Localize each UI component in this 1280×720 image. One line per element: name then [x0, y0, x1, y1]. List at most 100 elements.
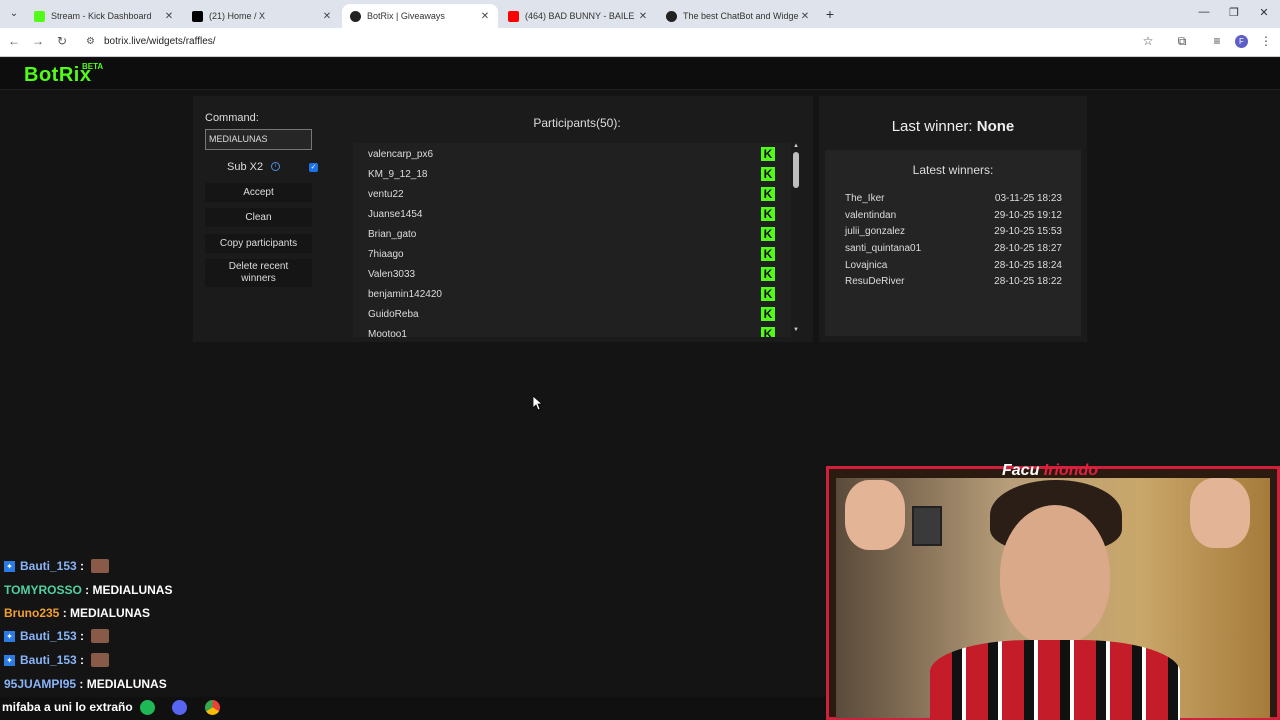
- kick-icon: K: [761, 187, 775, 201]
- botrix-favicon-icon: [666, 10, 677, 22]
- close-window-icon[interactable]: ✕: [1256, 6, 1272, 19]
- chat-username: Bauti_153: [20, 653, 77, 667]
- new-tab-icon[interactable]: +: [822, 6, 838, 22]
- url-field[interactable]: botrix.live/widgets/raffles/: [104, 36, 216, 47]
- participant-name: ventu22: [368, 189, 404, 200]
- forward-icon[interactable]: →: [30, 34, 46, 48]
- chrome-icon[interactable]: [205, 700, 220, 715]
- kick-icon: K: [761, 247, 775, 261]
- profile-avatar[interactable]: F: [1235, 35, 1248, 48]
- participant-name: valencarp_px6: [368, 149, 434, 160]
- copy-participants-button[interactable]: Copy participants: [205, 234, 312, 253]
- sub-badge-icon: ✦: [4, 654, 15, 666]
- list-item[interactable]: ventu22 K: [353, 185, 791, 205]
- list-item[interactable]: Valen3033 K: [353, 265, 791, 285]
- participant-name: 7hiaago: [368, 249, 404, 260]
- list-item[interactable]: KM_9_12_18 K: [353, 165, 791, 185]
- winner-name: Lovajnica: [845, 260, 888, 271]
- more-menu-icon[interactable]: ⋮: [1258, 34, 1274, 48]
- list-item[interactable]: GuidoReba K: [353, 305, 791, 325]
- emote-icon: [91, 653, 110, 667]
- list-item[interactable]: Juanse1454 K: [353, 205, 791, 225]
- tab-kick-dashboard[interactable]: Stream - Kick Dashboard ✕: [26, 4, 182, 28]
- back-icon[interactable]: ←: [6, 34, 22, 48]
- address-bar: ← → ↻ ⚙ botrix.live/widgets/raffles/ ☆ ⧉…: [0, 28, 1280, 57]
- winner-name: ResuDeRiver: [845, 276, 905, 287]
- scrollbar-thumb[interactable]: [793, 152, 799, 188]
- tab-close-icon[interactable]: ✕: [636, 11, 650, 22]
- botrix-favicon-icon: [350, 10, 361, 22]
- tab-close-icon[interactable]: ✕: [162, 11, 176, 22]
- site-info-icon[interactable]: ⚙: [86, 36, 95, 47]
- tab-close-icon[interactable]: ✕: [798, 11, 812, 22]
- participant-name: benjamin142420: [368, 289, 442, 300]
- clean-button[interactable]: Clean: [205, 208, 312, 227]
- last-winner-label: Last winner:: [891, 118, 973, 135]
- winner-date: 28-10-25 18:24: [994, 260, 1062, 271]
- restore-icon[interactable]: ❐: [1226, 6, 1242, 19]
- spotify-icon[interactable]: [140, 700, 155, 715]
- emote-icon: [91, 629, 110, 643]
- discord-icon[interactable]: [172, 700, 187, 715]
- kick-icon: K: [761, 267, 775, 281]
- winner-row: The_Iker 03-11-25 18:23: [845, 193, 1062, 209]
- chat-message: Bruno235 : MEDIALUNAS: [4, 603, 150, 623]
- chat-separator: :: [76, 677, 87, 691]
- bookmark-star-icon[interactable]: ☆: [1140, 34, 1156, 48]
- list-item[interactable]: valencarp_px6 K: [353, 145, 791, 165]
- reload-icon[interactable]: ↻: [54, 34, 70, 48]
- chat-text: MEDIALUNAS: [92, 583, 173, 597]
- tab-botrix-giveaways[interactable]: BotRix | Giveaways ✕: [342, 4, 498, 28]
- chat-separator: :: [59, 606, 71, 620]
- scroll-down-icon[interactable]: ▼: [791, 327, 801, 333]
- tab-botrix-home[interactable]: The best ChatBot and Widgets ✕: [658, 4, 818, 28]
- tab-search-dropdown-icon[interactable]: ⌄: [6, 6, 22, 22]
- chat-separator: :: [76, 629, 88, 643]
- chat-username: Bauti_153: [20, 559, 77, 573]
- tab-x-home[interactable]: (21) Home / X ✕: [184, 4, 340, 28]
- list-item[interactable]: benjamin142420 K: [353, 285, 791, 305]
- x-favicon-icon: [192, 10, 203, 22]
- webcam-hand-right: [1190, 478, 1250, 548]
- streamer-last-name: Iriondo: [1043, 462, 1099, 479]
- chat-separator: :: [76, 653, 88, 667]
- tab-close-icon[interactable]: ✕: [478, 11, 492, 22]
- kick-favicon-icon: [34, 10, 45, 22]
- command-input[interactable]: MEDIALUNAS: [205, 129, 312, 150]
- tab-close-icon[interactable]: ✕: [320, 11, 334, 22]
- media-controls-icon[interactable]: ≡: [1209, 34, 1225, 48]
- winner-row: valentindan 29-10-25 19:12: [845, 210, 1062, 226]
- list-item[interactable]: Brian_gato K: [353, 225, 791, 245]
- webcam-hand-left: [845, 480, 905, 550]
- sub-badge-icon: ✦: [4, 560, 15, 572]
- tab-title: The best ChatBot and Widgets: [683, 11, 798, 21]
- minimize-icon[interactable]: —: [1196, 6, 1212, 18]
- browser-tab-bar: ⌄ Stream - Kick Dashboard ✕ (21) Home / …: [0, 0, 1280, 28]
- chat-separator: :: [76, 559, 88, 573]
- list-item[interactable]: 7hiaago K: [353, 245, 791, 265]
- scroll-up-icon[interactable]: ▲: [791, 143, 801, 149]
- kick-icon: K: [761, 307, 775, 321]
- participants-list[interactable]: valencarp_px6 K KM_9_12_18 K ventu22 K Juan…: [353, 143, 791, 337]
- extensions-icon[interactable]: ⧉: [1174, 34, 1190, 49]
- latest-winners-title: Latest winners:: [912, 163, 994, 177]
- list-item[interactable]: Mootoo1 K: [353, 325, 791, 337]
- kick-icon: K: [761, 207, 775, 221]
- chat-message: 95JUAMPI95 : MEDIALUNAS: [4, 674, 167, 694]
- kick-icon: K: [761, 227, 775, 241]
- participant-name: Mootoo1: [368, 329, 407, 337]
- kick-icon: K: [761, 327, 775, 337]
- winner-date: 03-11-25 18:23: [994, 193, 1062, 204]
- tab-youtube[interactable]: (464) BAD BUNNY - BAILE INoL ✕: [500, 4, 656, 28]
- command-label: Command:: [205, 112, 259, 124]
- sub-x2-checkbox[interactable]: ✓: [309, 163, 318, 172]
- winner-date: 29-10-25 15:53: [994, 226, 1062, 237]
- kick-icon: K: [761, 147, 775, 161]
- chat-username: Bruno235: [4, 606, 60, 620]
- info-icon[interactable]: i: [271, 162, 280, 171]
- accept-button[interactable]: Accept: [205, 183, 312, 202]
- last-winner-value: None: [976, 118, 1015, 135]
- winner-name: santi_quintana01: [845, 243, 922, 254]
- delete-recent-winners-button[interactable]: Delete recent winners: [205, 259, 312, 287]
- chat-separator: :: [81, 583, 93, 597]
